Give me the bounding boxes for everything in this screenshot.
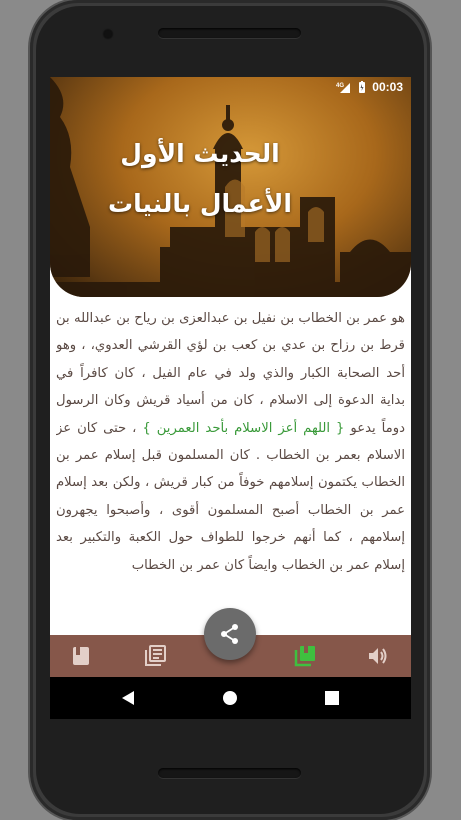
header-banner: الحديث الأول الأعمال بالنيات (50, 77, 411, 297)
status-bar: 4G 00:03 (50, 77, 411, 97)
library-icon[interactable] (144, 645, 166, 667)
system-navigation-bar (50, 677, 411, 719)
article-text-part1: هو عمر بن الخطاب بن نفيل بن عبدالعزى بن … (56, 311, 405, 436)
front-camera (102, 28, 114, 40)
mosque-silhouette-image (50, 77, 411, 297)
share-button[interactable] (204, 608, 256, 660)
volume-icon[interactable] (367, 645, 389, 667)
battery-icon (358, 81, 366, 93)
status-time: 00:03 (372, 80, 403, 94)
app-screen: الحديث الأول الأعمال بالنيات 4G 00:03 هو… (50, 77, 411, 719)
collections-icon[interactable] (294, 645, 316, 667)
svg-text:4G: 4G (336, 83, 344, 89)
page-subtitle: الأعمال بالنيات (108, 189, 292, 218)
earpiece-speaker (158, 28, 301, 38)
back-icon[interactable] (118, 688, 138, 708)
article-text: هو عمر بن الخطاب بن نفيل بن عبدالعزى بن … (56, 305, 405, 635)
book-icon[interactable] (70, 645, 92, 667)
home-icon[interactable] (220, 688, 240, 708)
page-title: الحديث الأول (120, 139, 280, 168)
recents-icon[interactable] (322, 688, 342, 708)
share-icon (221, 624, 238, 644)
article-text-part2: ، حتى كان عز الاسلام بعمر بن الخطاب . كا… (56, 420, 405, 573)
bottom-speaker (158, 768, 301, 778)
signal-icon: 4G (336, 81, 352, 93)
hadith-highlight: { اللهم أعز الاسلام بأحد العمرين } (142, 420, 345, 436)
